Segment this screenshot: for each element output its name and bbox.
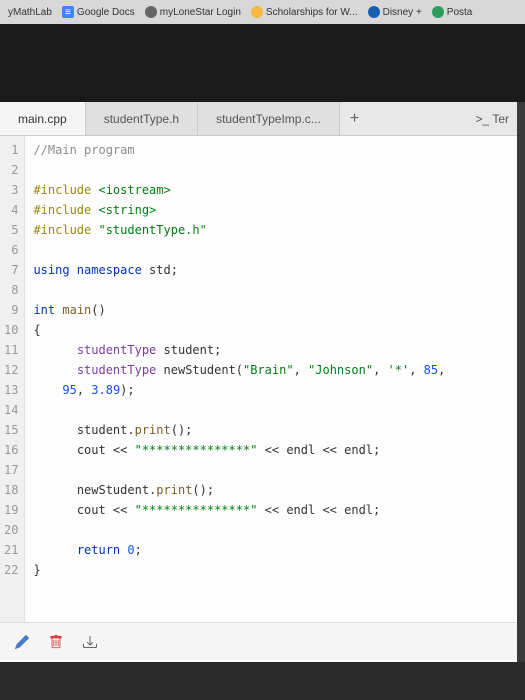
line-num: 2 bbox=[4, 160, 18, 180]
line-num: 11 bbox=[4, 340, 18, 360]
docs-icon: ≡ bbox=[62, 6, 74, 18]
code-content: //Main program #include <iostream>#inclu… bbox=[25, 136, 453, 622]
line-num: 12 bbox=[4, 360, 18, 380]
globe-icon bbox=[145, 6, 157, 18]
tab-studenttypeimp-c[interactable]: studentTypeImp.c... bbox=[198, 102, 340, 135]
line-num: 5 bbox=[4, 220, 18, 240]
disney-icon bbox=[368, 6, 380, 18]
download-icon bbox=[83, 635, 97, 649]
bookmark-label: yMathLab bbox=[8, 7, 52, 18]
tab-main-cpp[interactable]: main.cpp bbox=[0, 102, 86, 135]
code-editor[interactable]: 1 2 3 4 5 6 7 8 9 10 11 12 13 14 15 16 1… bbox=[0, 136, 517, 622]
line-num: 8 bbox=[4, 280, 18, 300]
trash-icon bbox=[49, 635, 63, 649]
line-num: 1 bbox=[4, 140, 18, 160]
tab-label: studentTypeImp.c... bbox=[216, 112, 321, 126]
ide-container: main.cpp studentType.h studentTypeImp.c.… bbox=[0, 102, 517, 662]
download-button[interactable] bbox=[82, 634, 98, 650]
line-num: 6 bbox=[4, 240, 18, 260]
tab-label: main.cpp bbox=[18, 112, 67, 126]
line-num: 15 bbox=[4, 420, 18, 440]
header-spacer bbox=[0, 24, 525, 102]
bookmarks-bar: yMathLab ≡ Google Docs myLoneStar Login … bbox=[0, 0, 525, 24]
line-num: 17 bbox=[4, 460, 18, 480]
bookmark-label: Posta bbox=[447, 7, 473, 18]
bookmark-label: Scholarships for W... bbox=[266, 7, 358, 18]
line-num: 14 bbox=[4, 400, 18, 420]
line-num: 16 bbox=[4, 440, 18, 460]
line-num: 9 bbox=[4, 300, 18, 320]
line-num: 10 bbox=[4, 320, 18, 340]
bookmark-postal[interactable]: Posta bbox=[428, 4, 477, 20]
tab-label: studentType.h bbox=[104, 112, 179, 126]
right-panel-strip bbox=[517, 102, 525, 662]
line-num: 20 bbox=[4, 520, 18, 540]
tabs-row: main.cpp studentType.h studentTypeImp.c.… bbox=[0, 102, 517, 136]
line-num: 22 bbox=[4, 560, 18, 580]
line-num: 21 bbox=[4, 540, 18, 560]
line-num: 19 bbox=[4, 500, 18, 520]
pencil-icon bbox=[15, 635, 29, 649]
line-num: 3 bbox=[4, 180, 18, 200]
tab-studenttype-h[interactable]: studentType.h bbox=[86, 102, 198, 135]
delete-button[interactable] bbox=[48, 634, 64, 650]
terminal-button[interactable]: >_ Ter bbox=[468, 112, 517, 126]
bookmark-googledocs[interactable]: ≡ Google Docs bbox=[58, 4, 139, 20]
mail-icon bbox=[432, 6, 444, 18]
bookmark-scholarships[interactable]: Scholarships for W... bbox=[247, 4, 362, 20]
info-icon bbox=[251, 6, 263, 18]
line-gutter: 1 2 3 4 5 6 7 8 9 10 11 12 13 14 15 16 1… bbox=[0, 136, 25, 622]
add-tab-button[interactable]: + bbox=[340, 110, 369, 128]
line-num: 4 bbox=[4, 200, 18, 220]
line-num: 7 bbox=[4, 260, 18, 280]
line-num: 13 bbox=[4, 380, 18, 400]
bottom-toolbar bbox=[0, 622, 517, 660]
bookmark-label: myLoneStar Login bbox=[160, 7, 241, 18]
line-num: 18 bbox=[4, 480, 18, 500]
bookmark-label: Disney + bbox=[383, 7, 422, 18]
edit-button[interactable] bbox=[14, 634, 30, 650]
bookmark-mathlab[interactable]: yMathLab bbox=[4, 5, 56, 20]
bookmark-disney[interactable]: Disney + bbox=[364, 4, 426, 20]
bookmark-label: Google Docs bbox=[77, 7, 135, 18]
bookmark-lonestar[interactable]: myLoneStar Login bbox=[141, 4, 245, 20]
